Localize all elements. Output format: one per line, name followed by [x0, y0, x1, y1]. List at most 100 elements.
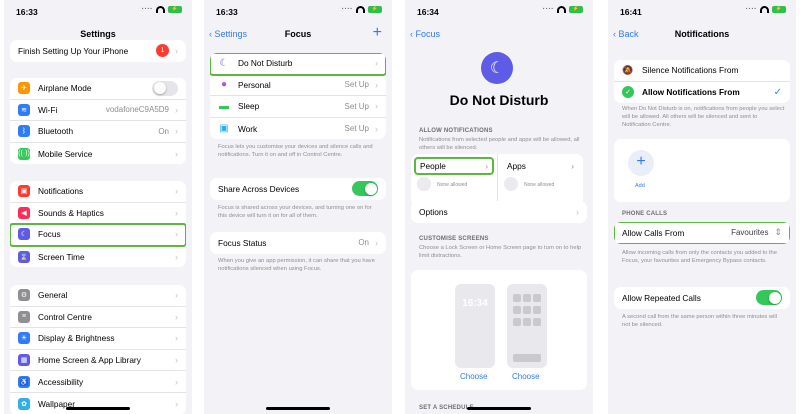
airplane-mode-row[interactable]: ✈ Airplane Mode — [10, 78, 186, 100]
battery-icon: ⚡ — [772, 6, 786, 13]
chevron-right-icon: › — [175, 45, 178, 56]
signal-icon: ···· — [141, 6, 153, 13]
airplane-mode-toggle[interactable] — [152, 80, 178, 96]
person-icon: ● — [220, 79, 228, 91]
people-button[interactable]: People › — [414, 157, 494, 175]
general-label: General — [38, 290, 68, 301]
display-label: Display & Brightness — [38, 333, 115, 344]
focus-row[interactable]: ☾ Focus › — [10, 223, 186, 247]
notifications-row[interactable]: ▣ Notifications › — [10, 181, 186, 203]
do-not-disturb-label: Do Not Disturb — [238, 58, 293, 69]
choose-home-screen-button[interactable]: Choose — [512, 372, 540, 381]
general-row[interactable]: ⚙ General › — [10, 285, 186, 307]
silence-label: Silence Notifications From — [642, 65, 739, 76]
battery-icon: ⚡ — [168, 6, 182, 13]
customise-screens-desc: Choose a Lock Screen or Home Screen page… — [419, 245, 582, 259]
home-indicator[interactable] — [266, 407, 330, 410]
allow-option[interactable]: ✓ Allow Notifications From ✓ — [614, 82, 790, 104]
personal-row[interactable]: ● Personal Set Up › — [210, 75, 386, 97]
back-button[interactable]: ‹ Focus — [410, 29, 440, 39]
home-indicator[interactable] — [467, 407, 531, 410]
display-row[interactable]: ☀ Display & Brightness › — [10, 328, 186, 350]
share-toggle[interactable] — [352, 181, 378, 197]
app-icon-placeholder — [513, 306, 521, 314]
chevron-right-icon: › — [485, 161, 488, 171]
mobile-service-row[interactable]: ((·)) Mobile Service › — [10, 143, 186, 165]
app-icon-placeholder — [523, 318, 531, 326]
home-screen-preview[interactable] — [507, 284, 547, 368]
sun-icon: ☀ — [18, 332, 30, 345]
repeated-group: Allow Repeated Calls — [614, 287, 790, 309]
chevron-right-icon: › — [375, 79, 378, 90]
app-placeholder — [504, 177, 518, 191]
wifi-row[interactable]: ≋ Wi-Fi vodafoneC9A5D9 › — [10, 100, 186, 122]
status-bar: 16:33 ···· ⚡ — [204, 0, 392, 22]
chevron-right-icon: › — [175, 104, 178, 115]
person-icon: ♿ — [18, 375, 30, 388]
status-group: Focus Status On › — [210, 232, 386, 254]
status-bar: 16:41 ···· ⚡ — [608, 0, 796, 22]
chevron-right-icon: › — [375, 123, 378, 134]
wallpaper-row[interactable]: ✿ Wallpaper › — [10, 393, 186, 414]
sleep-label: Sleep — [238, 101, 260, 112]
speaker-icon: ◀ — [18, 206, 30, 219]
personal-value: Set Up — [344, 80, 369, 90]
accessibility-row[interactable]: ♿ Accessibility › — [10, 371, 186, 393]
finish-setup-row[interactable]: Finish Setting Up Your iPhone 1 › — [10, 40, 186, 62]
silence-option[interactable]: 🔕 Silence Notifications From — [614, 60, 790, 82]
chevron-right-icon: › — [175, 186, 178, 197]
screen-time-row[interactable]: ⌛ Screen Time › — [10, 246, 186, 268]
status-bar: 16:34 ···· ⚡ — [405, 0, 593, 22]
moon-icon: ☾ — [481, 52, 513, 84]
share-label: Share Across Devices — [218, 183, 300, 194]
repeated-calls-toggle[interactable] — [756, 290, 782, 306]
switches-icon: ≡ — [18, 310, 30, 323]
status-time: 16:41 — [620, 7, 642, 17]
home-indicator[interactable] — [66, 407, 130, 410]
dnd-screen: 16:34 ···· ⚡ ‹ Focus ☾ Do Not Disturb ALL… — [405, 0, 593, 414]
add-focus-button[interactable]: + — [373, 24, 382, 42]
chevron-right-icon: › — [576, 206, 579, 217]
finish-setup-label: Finish Setting Up Your iPhone — [18, 45, 129, 56]
app-icon-placeholder — [513, 318, 521, 326]
control-centre-row[interactable]: ≡ Control Centre › — [10, 307, 186, 329]
badge-icon: ▣ — [219, 123, 229, 135]
status-time: 16:33 — [216, 7, 238, 17]
status-footer: When you give an app permission, it can … — [218, 258, 375, 272]
options-row[interactable]: Options › — [411, 201, 587, 223]
add-button[interactable]: + — [628, 150, 654, 176]
antenna-icon: ((·)) — [18, 147, 30, 160]
chevron-right-icon: › — [175, 376, 178, 387]
work-value: Set Up — [344, 124, 369, 134]
chevron-right-icon: › — [175, 251, 178, 262]
app-icon-placeholder — [523, 306, 531, 314]
sounds-row[interactable]: ◀ Sounds & Haptics › — [10, 203, 186, 225]
dock-placeholder — [513, 354, 541, 362]
apps-button[interactable]: Apps › — [502, 158, 579, 174]
chevron-updown-icon: ⇕ — [774, 227, 782, 238]
checkmark-icon: ✓ — [773, 86, 782, 98]
apps-none-allowed: None allowed — [524, 182, 555, 188]
focus-footer: Focus lets you customise your devices an… — [218, 144, 373, 158]
do-not-disturb-row[interactable]: ☾ Do Not Disturb › — [210, 53, 386, 76]
apps-card: Apps › None allowed — [497, 154, 583, 206]
sleep-row[interactable]: ▬ Sleep Set Up › — [210, 96, 386, 118]
focus-screen: 16:33 ···· ⚡ ‹ Settings Focus + ☾ Do Not … — [204, 0, 392, 414]
choose-lock-screen-button[interactable]: Choose — [460, 372, 488, 381]
home-screen-row[interactable]: ▦ Home Screen & App Library › — [10, 350, 186, 372]
app-icon-placeholder — [533, 318, 541, 326]
allow-calls-row[interactable]: Allow Calls From Favourites ⇕ — [614, 222, 790, 244]
allow-notifications-header: ALLOW NOTIFICATIONS — [419, 128, 493, 134]
work-row[interactable]: ▣ Work Set Up › — [210, 118, 386, 140]
customise-screens-header: CUSTOMISE SCREENS — [419, 236, 489, 242]
wifi-status-icon — [557, 6, 566, 13]
share-group: Share Across Devices — [210, 178, 386, 200]
chevron-right-icon: › — [175, 148, 178, 159]
bluetooth-row[interactable]: ᛒ Bluetooth On › — [10, 121, 186, 143]
focus-status-row[interactable]: Focus Status On › — [210, 232, 386, 254]
mode-group: 🔕 Silence Notifications From ✓ Allow Not… — [614, 60, 790, 104]
general-group: ⚙ General › ≡ Control Centre › ☀ Display… — [10, 285, 186, 414]
notification-badge: 1 — [156, 44, 169, 58]
lock-screen-preview[interactable]: 16:34 — [455, 284, 495, 368]
chevron-right-icon: › — [375, 237, 378, 248]
